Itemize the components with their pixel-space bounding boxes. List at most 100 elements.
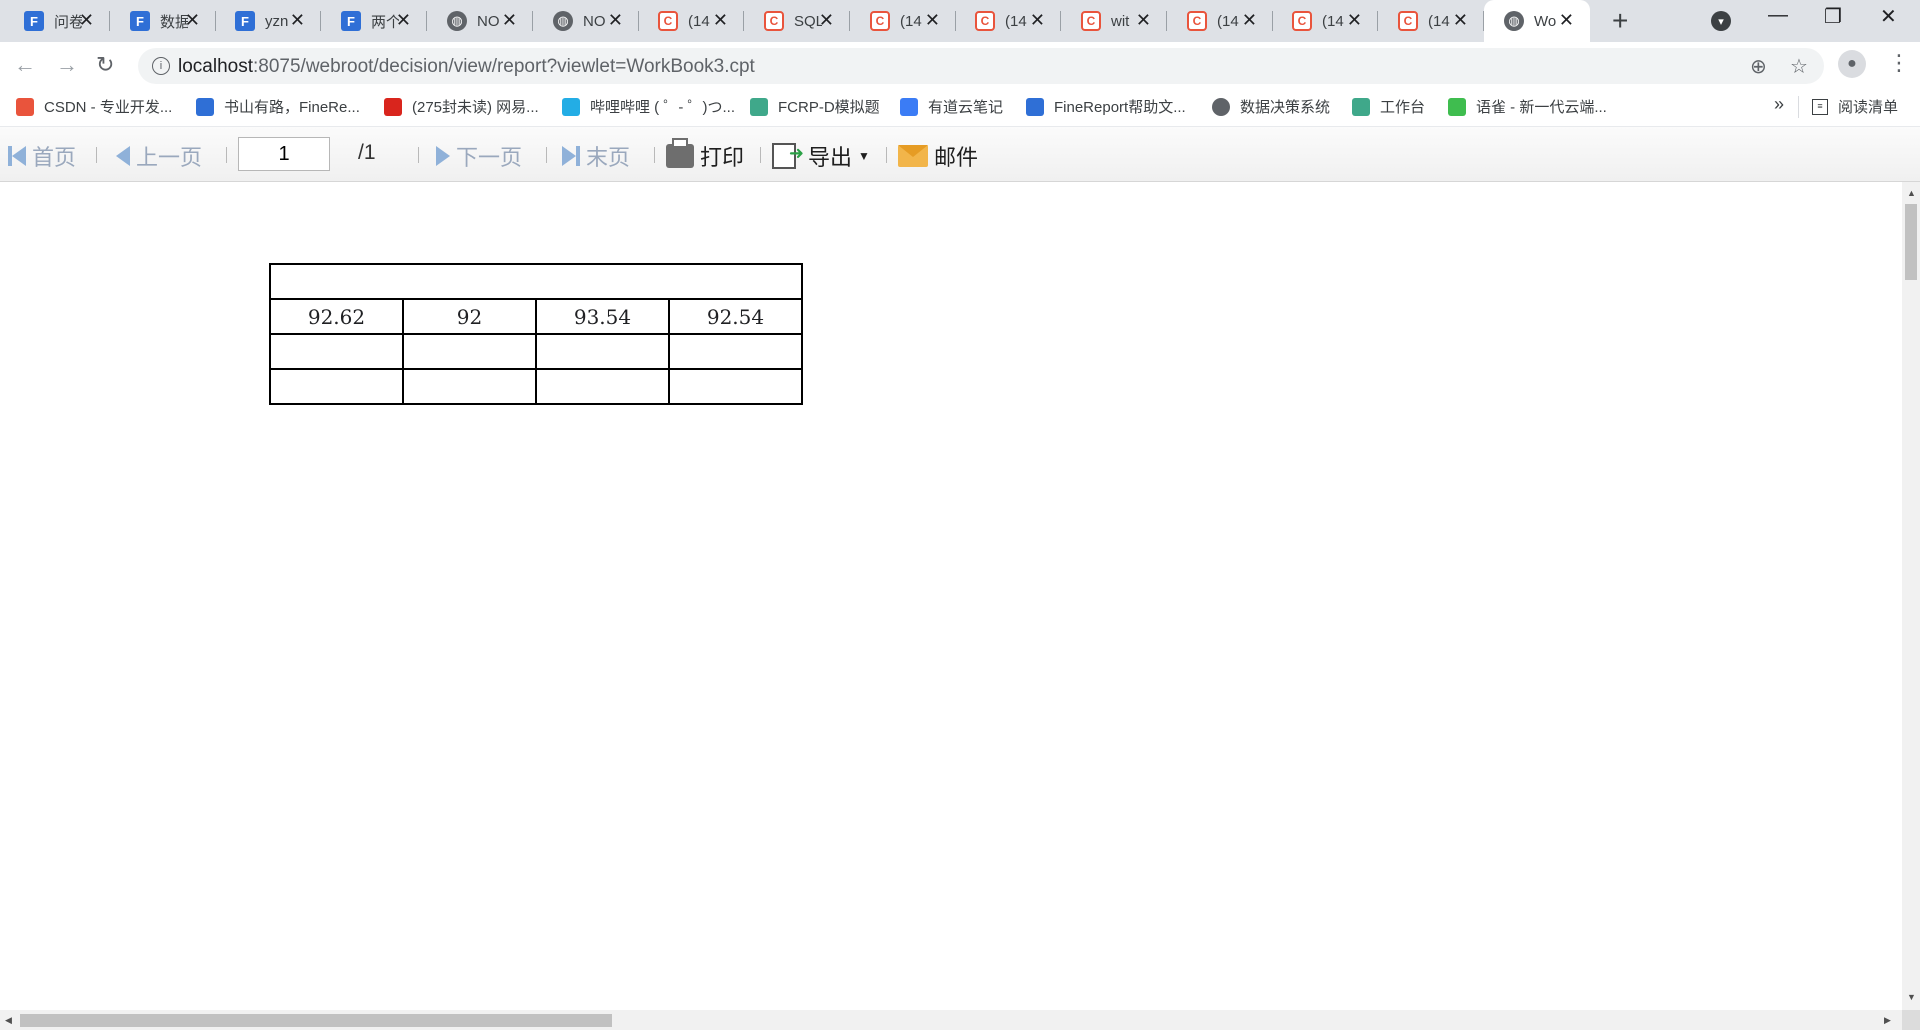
close-tab-icon[interactable]: ✕ xyxy=(79,10,94,30)
report-toolbar: 首页 上一页 1 /1 下一页 末页 打印 导出 ▼ 邮件 xyxy=(0,127,1920,182)
horizontal-scroll-thumb[interactable] xyxy=(20,1014,612,1027)
tab-title: yzn xyxy=(265,12,289,30)
fine-icon xyxy=(196,97,214,116)
table-cell xyxy=(402,368,537,405)
browser-tab[interactable]: Fyzn ✕ xyxy=(215,0,321,42)
table-row xyxy=(269,333,803,370)
globe-icon: ◍ xyxy=(447,11,467,31)
bookmark-item[interactable]: CSDN - 专业开发... xyxy=(16,96,172,117)
bookmark-item[interactable]: 哔哩哔哩 ( ゜- ゜)つ... xyxy=(562,96,735,117)
close-tab-icon[interactable]: ✕ xyxy=(925,10,940,30)
browser-tab[interactable]: C (14 ✕ xyxy=(638,0,744,42)
close-tab-icon[interactable]: ✕ xyxy=(1559,10,1574,30)
browser-tab[interactable]: C (14 ✕ xyxy=(955,0,1061,42)
bookmark-item[interactable]: 数据决策系统 xyxy=(1212,96,1330,117)
browser-menu-icon[interactable]: ⋮ xyxy=(1888,50,1910,76)
close-tab-icon[interactable]: ✕ xyxy=(502,10,517,30)
report-canvas: 92.62 92 93.54 92.54 xyxy=(0,182,1902,1010)
bookmark-star-icon[interactable]: ☆ xyxy=(1790,54,1808,79)
browser-tab[interactable]: ◍ NO ✕ xyxy=(427,0,533,42)
close-tab-icon[interactable]: ✕ xyxy=(1453,10,1468,30)
vertical-scroll-thumb[interactable] xyxy=(1905,204,1917,280)
close-window-icon[interactable]: ✕ xyxy=(1880,4,1897,29)
close-tab-icon[interactable]: ✕ xyxy=(1136,10,1151,30)
bookmark-item[interactable]: (275封未读) 网易... xyxy=(384,96,539,117)
bilibili-icon xyxy=(562,97,580,116)
close-tab-icon[interactable]: ✕ xyxy=(1242,10,1257,30)
csdn-icon: C xyxy=(975,11,995,31)
horizontal-scrollbar[interactable]: ◀ ▶ xyxy=(0,1010,1902,1030)
close-tab-icon[interactable]: ✕ xyxy=(819,10,834,30)
restore-icon[interactable]: ❐ xyxy=(1824,4,1842,29)
close-tab-icon[interactable]: ✕ xyxy=(185,10,200,30)
report-table: 92.62 92 93.54 92.54 xyxy=(269,263,803,405)
scroll-up-icon[interactable]: ▲ xyxy=(1907,188,1916,198)
prev-page-button[interactable]: 上一页 xyxy=(116,140,202,172)
export-label: 导出 xyxy=(808,145,853,170)
scroll-right-icon[interactable]: ▶ xyxy=(1884,1015,1891,1026)
csdn-icon: C xyxy=(870,11,890,31)
bookmark-item[interactable]: 工作台 xyxy=(1352,96,1425,117)
forward-button[interactable]: → xyxy=(56,51,78,79)
url-text[interactable]: localhost:8075/webroot/decision/view/rep… xyxy=(178,56,755,78)
print-button[interactable]: 打印 xyxy=(666,138,744,172)
close-tab-icon[interactable]: ✕ xyxy=(1347,10,1362,30)
browser-tab[interactable]: C (14 ✕ xyxy=(850,0,956,42)
page-number-input[interactable]: 1 xyxy=(238,137,330,171)
profile-avatar-icon[interactable]: ● xyxy=(1838,50,1866,78)
table-cell: 93.54 xyxy=(535,298,670,335)
bookmark-label: 书山有路，FineRe... xyxy=(224,99,360,116)
address-bar[interactable]: i localhost:8075/webroot/decision/view/r… xyxy=(138,48,1824,84)
browser-tab[interactable]: F 两个 ✕ xyxy=(321,0,427,42)
browser-tab[interactable]: F 数据 ✕ xyxy=(110,0,216,42)
close-tab-icon[interactable]: ✕ xyxy=(290,10,305,30)
tab-strip: F 问卷 ✕ F 数据 ✕ Fyzn ✕ F 两个 ✕ ◍ NO ✕ ◍ NO ✕ C (14 ✕ C SQL ✕ C (14 ✕… xyxy=(0,0,1920,42)
csdn-icon: C xyxy=(764,11,784,31)
next-page-button[interactable]: 下一页 xyxy=(436,140,522,172)
new-tab-button[interactable]: + xyxy=(1612,6,1628,36)
bookmark-item[interactable]: 有道云笔记 xyxy=(900,96,1003,117)
next-page-label: 下一页 xyxy=(456,145,523,170)
vertical-scrollbar[interactable]: ▲ ▼ xyxy=(1902,182,1920,1010)
tab-search-icon[interactable]: ▾ xyxy=(1711,11,1731,31)
globe-icon: ◍ xyxy=(1504,11,1524,31)
bookmark-item[interactable]: FineReport帮助文... xyxy=(1026,96,1186,117)
tab-title: (14 xyxy=(1428,12,1450,30)
reading-list-button[interactable]: ≡ 阅读清单 xyxy=(1812,96,1898,117)
browser-tab[interactable]: C (14 ✕ xyxy=(1272,0,1378,42)
zoom-icon[interactable]: ⊕ xyxy=(1750,54,1767,79)
mail-button[interactable]: 邮件 xyxy=(898,140,978,172)
close-tab-icon[interactable]: ✕ xyxy=(608,10,623,30)
browser-tab[interactable]: Cwit ✕ xyxy=(1061,0,1167,42)
csdn-icon: C xyxy=(1187,11,1207,31)
browser-tab[interactable]: F 问卷 ✕ xyxy=(4,0,110,42)
tab-title: Wo xyxy=(1534,12,1557,30)
browser-tab[interactable]: C SQL ✕ xyxy=(744,0,850,42)
browser-tab[interactable]: C (14 ✕ xyxy=(1378,0,1484,42)
scroll-down-icon[interactable]: ▼ xyxy=(1907,992,1916,1002)
bookmark-item[interactable]: FCRP-D模拟题 xyxy=(750,96,880,117)
last-page-label: 末页 xyxy=(586,145,631,170)
bookmark-label: 有道云笔记 xyxy=(928,99,1004,116)
bookmark-item[interactable]: 语雀 - 新一代云端... xyxy=(1448,96,1607,117)
bookmark-item[interactable]: 书山有路，FineRe... xyxy=(196,96,360,117)
yuque-icon xyxy=(1448,97,1466,116)
browser-tab[interactable]: C (14 ✕ xyxy=(1167,0,1273,42)
close-tab-icon[interactable]: ✕ xyxy=(1030,10,1045,30)
last-page-button[interactable]: 末页 xyxy=(562,140,630,172)
globe-icon: ◍ xyxy=(553,11,573,31)
first-page-button[interactable]: 首页 xyxy=(8,140,76,172)
scroll-left-icon[interactable]: ◀ xyxy=(5,1015,12,1026)
browser-tab[interactable]: ◍ NO ✕ xyxy=(533,0,639,42)
reload-button[interactable]: ↻ xyxy=(96,51,114,79)
close-tab-icon[interactable]: ✕ xyxy=(713,10,728,30)
info-icon[interactable]: i xyxy=(152,57,170,75)
export-button[interactable]: 导出 ▼ xyxy=(772,140,870,172)
browser-tab[interactable]: ◍ Wo ✕ xyxy=(1484,0,1590,42)
bookmarks-overflow-button[interactable]: » xyxy=(1774,94,1784,115)
back-button[interactable]: ← xyxy=(14,51,36,79)
minimize-icon[interactable]: — xyxy=(1768,4,1788,27)
tab-title: (14 xyxy=(900,12,922,30)
close-tab-icon[interactable]: ✕ xyxy=(396,10,411,30)
csdn-icon: C xyxy=(658,11,678,31)
